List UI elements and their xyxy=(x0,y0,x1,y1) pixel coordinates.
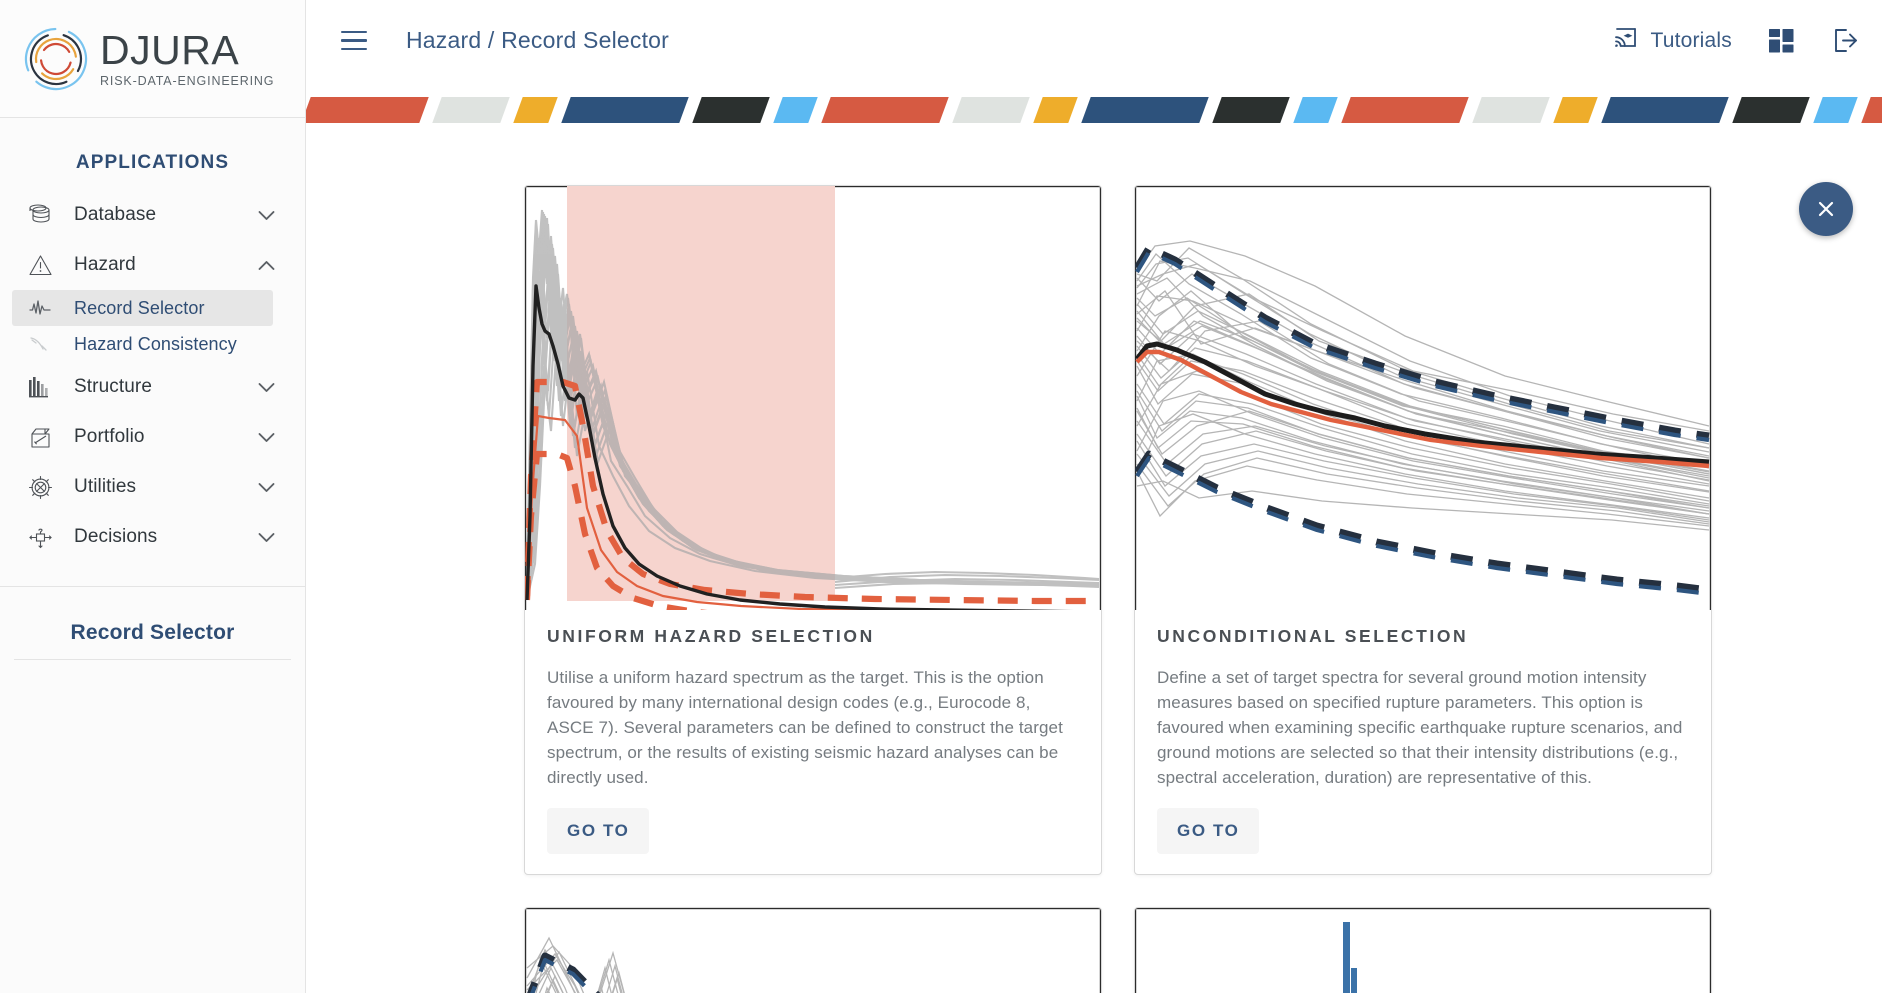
banner-stripe xyxy=(1212,97,1290,123)
banner-stripe xyxy=(1472,97,1550,123)
banner-stripe xyxy=(561,97,689,123)
sidebar-item-label: Utilities xyxy=(74,476,137,497)
bar-chart-icon xyxy=(20,375,60,399)
brand-name: DJURA xyxy=(100,26,240,73)
chevron-up-icon[interactable] xyxy=(255,260,277,271)
banner-stripe xyxy=(952,97,1030,123)
waveform-icon xyxy=(20,299,60,317)
banner-stripe xyxy=(1341,97,1469,123)
sidebar-item-label: Decisions xyxy=(74,526,158,547)
banner-stripe xyxy=(1293,97,1338,123)
database-icon xyxy=(20,202,60,228)
brand-logo[interactable]: DJURA RISK-DATA-ENGINEERING xyxy=(0,0,305,118)
card-uniform-hazard-selection[interactable]: UNIFORM HAZARD SELECTION Utilise a unifo… xyxy=(524,185,1102,875)
close-button[interactable] xyxy=(1799,182,1853,236)
portfolio-icon xyxy=(20,425,60,450)
sidebar-item-label: Structure xyxy=(74,376,152,397)
brand-tagline: RISK-DATA-ENGINEERING xyxy=(100,73,275,88)
tutorials-label: Tutorials xyxy=(1650,28,1732,52)
sidebar-nav: Database Hazard Record Selector Hazard C… xyxy=(0,190,305,562)
card-histogram[interactable] xyxy=(1134,907,1712,993)
card-description: Define a set of target spectra for sever… xyxy=(1157,668,1683,787)
decision-node-icon xyxy=(20,524,60,551)
decorative-stripe-banner xyxy=(306,81,1882,123)
uniform-hazard-spectra-plot xyxy=(525,186,1101,610)
concentric-rings-logo-icon xyxy=(22,25,90,93)
chevron-down-icon[interactable] xyxy=(255,482,277,493)
close-icon xyxy=(1818,201,1834,217)
banner-stripe xyxy=(513,97,558,123)
chevron-down-icon[interactable] xyxy=(255,432,277,443)
topbar: Hazard / Record Selector Tutorials xyxy=(306,0,1882,81)
banner-stripe xyxy=(821,97,949,123)
banner-stripe xyxy=(432,97,510,123)
card-unconditional-selection[interactable]: UNCONDITIONAL SELECTION Define a set of … xyxy=(1134,185,1712,875)
sidebar-item-label: Portfolio xyxy=(74,426,145,447)
sidebar-item-portfolio[interactable]: Portfolio xyxy=(0,412,305,462)
card-title: UNCONDITIONAL SELECTION xyxy=(1157,626,1469,646)
banner-stripe xyxy=(1553,97,1598,123)
sidebar-item-record-selector[interactable]: Record Selector xyxy=(12,290,273,326)
histogram-plot xyxy=(1135,908,1711,993)
chevron-down-icon[interactable] xyxy=(255,382,277,393)
apps-grid-icon[interactable] xyxy=(1768,27,1795,54)
sidebar-item-label: Hazard Consistency xyxy=(74,333,237,354)
go-to-button[interactable]: GO TO xyxy=(1157,808,1260,854)
banner-stripe xyxy=(1813,97,1858,123)
tutorial-cast-icon xyxy=(1613,25,1638,56)
sidebar-item-hazard-consistency[interactable]: Hazard Consistency xyxy=(0,326,305,362)
card-description: Utilise a uniform hazard spectrum as the… xyxy=(547,668,1063,787)
banner-stripe xyxy=(692,97,770,123)
sidebar-item-hazard[interactable]: Hazard xyxy=(0,240,305,290)
curve-icon xyxy=(20,335,60,353)
sidebar-page-title: Record Selector xyxy=(70,621,235,644)
tutorials-button[interactable]: Tutorials xyxy=(1613,25,1732,56)
sidebar-item-database[interactable]: Database xyxy=(0,190,305,240)
card-conditional-selection[interactable] xyxy=(524,907,1102,993)
sidebar-item-utilities[interactable]: Utilities xyxy=(0,462,305,512)
gear-tools-icon xyxy=(20,474,60,501)
banner-stripe xyxy=(306,97,429,123)
applications-section-title: APPLICATIONS xyxy=(75,152,230,173)
chevron-down-icon[interactable] xyxy=(255,532,277,543)
hamburger-menu-icon[interactable] xyxy=(332,19,376,63)
hazard-warning-icon xyxy=(20,252,60,279)
go-to-button[interactable]: GO TO xyxy=(547,808,650,854)
banner-stripe xyxy=(1861,97,1882,123)
banner-stripe xyxy=(1033,97,1078,123)
sidebar-page-title-rule xyxy=(14,659,291,660)
sidebar: DJURA RISK-DATA-ENGINEERING APPLICATIONS xyxy=(0,0,306,993)
sidebar-item-label: Hazard xyxy=(74,254,136,275)
conditional-spectra-plot xyxy=(525,908,1101,993)
card-grid: UNIFORM HAZARD SELECTION Utilise a unifo… xyxy=(306,123,1882,993)
sidebar-item-label: Database xyxy=(74,204,157,225)
breadcrumb: Hazard / Record Selector xyxy=(406,27,670,53)
cards-scroll-area[interactable]: UNIFORM HAZARD SELECTION Utilise a unifo… xyxy=(306,123,1882,993)
unconditional-selection-spectra-plot xyxy=(1135,186,1711,610)
banner-stripe xyxy=(1601,97,1729,123)
banner-stripe xyxy=(1081,97,1209,123)
main-area: Hazard / Record Selector Tutorials UNIFO… xyxy=(306,0,1882,993)
banner-stripe xyxy=(773,97,818,123)
sidebar-item-structure[interactable]: Structure xyxy=(0,362,305,412)
logout-icon[interactable] xyxy=(1831,26,1860,55)
sidebar-item-label: Record Selector xyxy=(74,297,205,318)
app-root: DJURA RISK-DATA-ENGINEERING APPLICATIONS xyxy=(0,0,1882,993)
card-title: UNIFORM HAZARD SELECTION xyxy=(547,626,875,646)
banner-stripe xyxy=(1732,97,1810,123)
chevron-down-icon[interactable] xyxy=(255,210,277,221)
sidebar-item-decisions[interactable]: Decisions xyxy=(0,512,305,562)
